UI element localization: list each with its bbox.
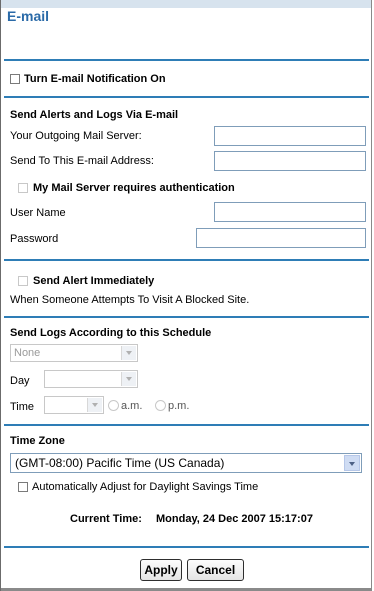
schedule-frequency-value: None [14, 347, 41, 359]
day-label: Day [10, 375, 30, 387]
username-input[interactable] [214, 202, 366, 222]
timezone-value: (GMT-08:00) Pacific Time (US Canada) [15, 456, 225, 470]
section-divider [4, 316, 369, 318]
send-alert-label: Send Alert Immediately [33, 275, 155, 287]
page-title: E-mail [7, 8, 50, 24]
cancel-button[interactable]: Cancel [187, 559, 244, 581]
dst-label: Automatically Adjust for Daylight Saving… [32, 481, 259, 493]
send-alert-checkbox[interactable] [18, 276, 28, 286]
timezone-heading: Time Zone [10, 435, 65, 447]
top-band [1, 0, 371, 8]
notification-label: Turn E-mail Notification On [24, 73, 166, 85]
send-alert-description: When Someone Attempts To Visit A Blocked… [10, 294, 250, 306]
outgoing-server-label: Your Outgoing Mail Server: [10, 130, 142, 142]
password-label: Password [10, 233, 59, 245]
schedule-frequency-select[interactable]: None [10, 344, 138, 362]
dst-checkbox[interactable] [18, 482, 28, 492]
day-select[interactable] [44, 370, 138, 388]
am-radio[interactable] [108, 400, 119, 411]
chevron-down-icon [121, 346, 136, 360]
section-divider [4, 546, 369, 548]
time-select[interactable] [44, 396, 104, 414]
am-label: a.m. [121, 400, 143, 412]
pm-label: p.m. [168, 400, 190, 412]
send-to-label: Send To This E-mail Address: [10, 155, 154, 167]
apply-button[interactable]: Apply [140, 559, 182, 581]
section-divider [4, 259, 369, 261]
auth-checkbox[interactable] [18, 183, 28, 193]
outgoing-server-input[interactable] [214, 126, 366, 146]
password-input[interactable] [196, 228, 366, 248]
notification-checkbox[interactable] [10, 74, 20, 84]
chevron-down-icon [344, 455, 360, 471]
section-divider [4, 59, 369, 61]
chevron-down-icon [87, 398, 102, 412]
section-divider [4, 96, 369, 98]
username-label: User Name [10, 207, 66, 219]
auth-label: My Mail Server requires authentication [33, 182, 235, 194]
current-time-label: Current Time: [70, 513, 142, 525]
chevron-down-icon [121, 372, 136, 386]
current-time-value: Monday, 24 Dec 2007 15:17:07 [156, 513, 313, 525]
section-divider [4, 424, 369, 426]
send-to-input[interactable] [214, 151, 366, 171]
alerts-logs-heading: Send Alerts and Logs Via E-mail [10, 109, 179, 121]
schedule-heading: Send Logs According to this Schedule [10, 327, 212, 339]
timezone-select[interactable]: (GMT-08:00) Pacific Time (US Canada) [10, 453, 362, 473]
time-label: Time [10, 401, 35, 413]
pm-radio[interactable] [155, 400, 166, 411]
